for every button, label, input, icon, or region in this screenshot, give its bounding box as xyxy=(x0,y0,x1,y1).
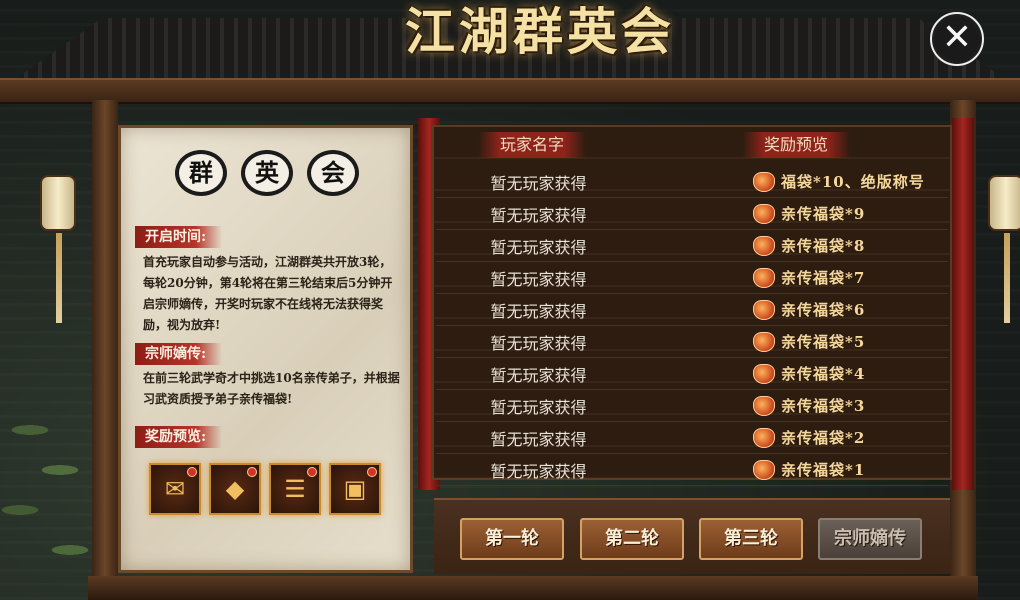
lucky-bag-icon xyxy=(753,299,775,320)
reward-text: 亲传福袋*8 xyxy=(781,237,866,255)
lucky-bag-icon xyxy=(753,235,775,256)
left-pillar xyxy=(92,100,118,600)
open-time-label: 开启时间: xyxy=(135,226,223,248)
player-name: 暂无玩家获得 xyxy=(490,335,587,353)
lucky-bag-icon xyxy=(753,331,775,352)
player-name: 暂无玩家获得 xyxy=(490,431,587,449)
ranking-list: 暂无玩家获得 福袋*10、绝版称号 暂无玩家获得 亲传福袋*9 暂无玩家获得 亲… xyxy=(436,166,948,486)
player-name: 暂无玩家获得 xyxy=(490,207,587,225)
list-item: 暂无玩家获得 亲传福袋*4 xyxy=(436,358,948,390)
reward-preview-label: 奖励预览: xyxy=(135,426,223,448)
list-item: 暂无玩家获得 亲传福袋*3 xyxy=(436,390,948,422)
tab-master-lineage[interactable]: 宗师嫡传 xyxy=(818,518,922,560)
reward-text: 亲传福袋*3 xyxy=(781,397,866,415)
reward-text: 亲传福袋*5 xyxy=(781,333,866,351)
info-panel: 群 英 会 开启时间: 首充玩家自动参与活动，江湖群英共开放3轮，每轮20分钟，… xyxy=(118,125,413,573)
reward-text: 福袋*10、绝版称号 xyxy=(781,173,925,191)
reward-text: 亲传福袋*6 xyxy=(781,301,866,319)
player-name: 暂无玩家获得 xyxy=(490,367,587,385)
close-icon: ✕ xyxy=(941,17,973,58)
roof-beam xyxy=(0,78,1020,104)
tab-round-one[interactable]: 第一轮 xyxy=(460,518,564,560)
master-text: 在前三轮武学奇才中挑选10名亲传弟子，并根据习武资质授予弟子亲传福袋! xyxy=(143,371,400,406)
player-name: 暂无玩家获得 xyxy=(490,303,587,321)
emblem-badge: 英 xyxy=(241,150,293,196)
lucky-bag-icon xyxy=(753,363,775,384)
master-label: 宗师嫡传: xyxy=(135,343,223,365)
red-envelope-icon[interactable]: ✉ xyxy=(149,463,201,515)
list-item: 暂无玩家获得 亲传福袋*9 xyxy=(436,198,948,230)
player-name: 暂无玩家获得 xyxy=(490,239,587,257)
list-item: 暂无玩家获得 亲传福袋*2 xyxy=(436,422,948,454)
blue-pouch-icon[interactable]: ◆ xyxy=(209,463,261,515)
lucky-bag-icon xyxy=(753,171,775,192)
player-name: 暂无玩家获得 xyxy=(490,399,587,417)
emblem-row: 群 英 会 xyxy=(175,150,365,196)
player-name: 暂无玩家获得 xyxy=(490,271,587,289)
tab-round-three[interactable]: 第三轮 xyxy=(699,518,803,560)
column-header-player: 玩家名字 xyxy=(478,132,587,158)
list-item: 暂无玩家获得 亲传福袋*6 xyxy=(436,294,948,326)
lantern-icon xyxy=(40,175,76,323)
close-button[interactable]: ✕ xyxy=(930,12,984,66)
player-name: 暂无玩家获得 xyxy=(490,463,587,481)
lucky-bag-icon xyxy=(753,427,775,448)
lucky-bag-icon xyxy=(753,267,775,288)
list-item: 暂无玩家获得 亲传福袋*7 xyxy=(436,262,948,294)
reward-preview-list: ✉ ◆ ☰ ▣ xyxy=(149,463,381,515)
list-item: 暂无玩家获得 福袋*10、绝版称号 xyxy=(436,166,948,198)
list-item: 暂无玩家获得 亲传福袋*5 xyxy=(436,326,948,358)
reward-text: 亲传福袋*9 xyxy=(781,205,866,223)
treasure-chest-icon[interactable]: ▣ xyxy=(329,463,381,515)
player-name: 暂无玩家获得 xyxy=(490,175,587,193)
lucky-bag-icon xyxy=(753,395,775,416)
reward-text: 亲传福袋*1 xyxy=(781,461,866,479)
reward-text: 亲传福袋*4 xyxy=(781,365,866,383)
curtain-right xyxy=(952,118,974,490)
reward-text: 亲传福袋*7 xyxy=(781,269,866,287)
emblem-badge: 群 xyxy=(175,150,227,196)
open-time-text: 首充玩家自动参与活动，江湖群英共开放3轮，每轮20分钟，第4轮将在第三轮结束后5… xyxy=(143,255,393,332)
lantern-icon xyxy=(988,175,1020,323)
list-item: 暂无玩家获得 亲传福袋*1 xyxy=(436,454,948,486)
column-header-reward: 奖励预览 xyxy=(742,132,851,158)
emblem-badge: 会 xyxy=(307,150,359,196)
list-item: 暂无玩家获得 亲传福袋*8 xyxy=(436,230,948,262)
reward-text: 亲传福袋*2 xyxy=(781,429,866,447)
tab-round-two[interactable]: 第二轮 xyxy=(580,518,684,560)
lucky-bag-icon xyxy=(753,459,775,480)
floor-beam xyxy=(88,576,978,600)
lucky-bag-icon xyxy=(753,203,775,224)
scroll-icon[interactable]: ☰ xyxy=(269,463,321,515)
page-title: 江湖群英会 xyxy=(405,2,675,61)
